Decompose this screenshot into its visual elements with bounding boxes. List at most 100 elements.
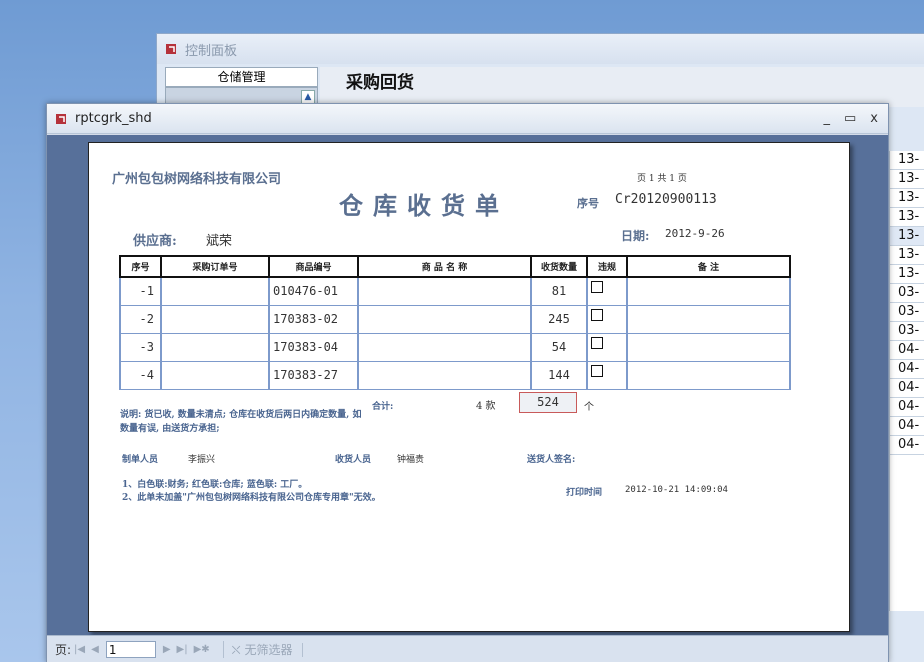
violation-checkbox[interactable]	[591, 364, 603, 377]
row-name	[357, 304, 532, 334]
prev-page-icon[interactable]: ◀	[91, 644, 99, 655]
row-qty: 245	[530, 304, 588, 334]
grid-cell[interactable]: 03-	[890, 322, 924, 341]
document-title: 仓库收货单	[339, 191, 509, 220]
maker-label: 制单人员	[122, 455, 159, 465]
row-violation	[586, 304, 628, 334]
serial-label: 序号	[577, 197, 599, 210]
filter-button[interactable]: ⛌ 无筛选器	[222, 641, 293, 658]
access-key-icon	[56, 113, 66, 124]
page-number-input[interactable]	[105, 641, 156, 658]
grid-cell[interactable]: 13-	[890, 265, 924, 284]
access-key-icon	[166, 44, 176, 54]
grid-cell[interactable]: 13-	[890, 170, 924, 189]
column-header: 商 品 名 称	[357, 255, 532, 278]
grid-cell[interactable]: 04-	[890, 360, 924, 379]
supplier-value: 斌荣	[206, 234, 233, 249]
row-seq: -3	[119, 332, 162, 362]
row-remark	[626, 360, 791, 390]
serial-value: Cr20120900113	[615, 192, 717, 207]
grid-cell[interactable]: 04-	[890, 436, 924, 455]
total-unit: 个	[584, 402, 594, 413]
row-remark	[626, 332, 791, 362]
deliverer-signature-label: 送货人签名:	[527, 455, 576, 465]
page-label: 页:	[55, 643, 72, 657]
total-label: 合计:	[372, 402, 394, 412]
grid-cell[interactable]: 04-	[890, 341, 924, 360]
row-po	[160, 332, 270, 362]
column-header: 违规	[586, 255, 628, 278]
row-seq: -1	[119, 276, 162, 306]
close-button[interactable]: x	[870, 111, 878, 126]
row-violation	[586, 276, 628, 306]
report-preview-area: 广州包包树网络科技有限公司 页 1 共 1 页 仓库收货单 序号 Cr20120…	[47, 135, 888, 635]
row-code: 170383-27	[268, 360, 359, 390]
row-remark	[626, 276, 791, 306]
control-panel-title: 控制面板	[185, 43, 238, 59]
date-label: 日期:	[621, 229, 650, 243]
print-time-value: 2012-10-21 14:09:04	[625, 485, 728, 495]
row-code: 170383-02	[268, 304, 359, 334]
violation-checkbox[interactable]	[591, 281, 603, 293]
row-seq: -4	[119, 360, 162, 390]
row-code: 010476-01	[268, 276, 359, 306]
receipt-note: 说明: 货已收, 数量未清点; 仓库在收货后两日内确定数量, 如数量有误, 由送…	[120, 410, 362, 434]
new-record-icon[interactable]: ▶✱	[194, 644, 210, 655]
row-remark	[626, 304, 791, 334]
row-violation	[586, 332, 628, 362]
column-header: 采购订单号	[160, 255, 270, 278]
print-time-label: 打印时间	[566, 488, 603, 498]
table-row: -4 170383-27 144	[119, 360, 791, 390]
report-page: 广州包包树网络科技有限公司 页 1 共 1 页 仓库收货单 序号 Cr20120…	[88, 142, 850, 632]
nav-group-header[interactable]: 仓储管理	[165, 67, 318, 87]
grid-cell[interactable]: 03-	[890, 303, 924, 322]
total-items: 4 款	[476, 401, 496, 412]
last-page-icon[interactable]: ▶|	[177, 644, 188, 655]
stamp-validity-remark: 2、此单未加盖"广州包包树网络科技有限公司仓库专用章"无效。	[122, 493, 381, 503]
maker-value: 李振兴	[188, 455, 216, 465]
row-qty: 81	[530, 276, 588, 306]
copy-distribution-remark: 1、白色联:财务; 红色联:仓库; 蓝色联: 工厂。	[122, 480, 308, 490]
report-window: rptcgrk_shd _ ▭ x 广州包包树网络科技有限公司 页 1 共 1 …	[46, 103, 889, 662]
grid-cell[interactable]: 04-	[890, 379, 924, 398]
column-header: 备 注	[626, 255, 791, 278]
table-header-row: 序号 采购订单号 商品编号 商 品 名 称 收货数量 违规 备 注	[119, 255, 791, 278]
row-violation	[586, 360, 628, 390]
table-row: -1 010476-01 81	[119, 276, 791, 306]
grid-cell[interactable]: 13-	[890, 227, 924, 246]
grid-cell[interactable]: 13-	[890, 151, 924, 170]
row-po	[160, 360, 270, 390]
row-po	[160, 276, 270, 306]
scroll-up-icon[interactable]: ▲	[301, 90, 315, 104]
row-qty: 54	[530, 332, 588, 362]
page-info: 页 1 共 1 页	[637, 174, 687, 184]
grid-cell[interactable]: 03-	[890, 284, 924, 303]
date-value: 2012-9-26	[665, 227, 725, 240]
supplier-label: 供应商:	[133, 234, 177, 249]
row-po	[160, 304, 270, 334]
grid-cell[interactable]: 13-	[890, 189, 924, 208]
next-page-icon[interactable]: ▶	[163, 644, 171, 655]
row-name	[357, 360, 532, 390]
column-header: 商品编号	[268, 255, 359, 278]
row-name	[357, 332, 532, 362]
first-page-icon[interactable]: |◀	[74, 644, 85, 655]
maximize-button[interactable]: ▭	[844, 111, 856, 126]
grid-cell[interactable]: 04-	[890, 398, 924, 417]
receiver-value: 钟福贵	[397, 455, 425, 465]
minimize-button[interactable]: _	[824, 111, 831, 126]
row-name	[357, 276, 532, 306]
grid-cell[interactable]: 13-	[890, 208, 924, 227]
total-quantity: 524	[519, 392, 577, 413]
violation-checkbox[interactable]	[591, 308, 603, 321]
filter-off-icon: ⛌	[231, 643, 241, 657]
grid-cell[interactable]: 13-	[890, 246, 924, 265]
record-navigation-bar: 页: |◀ ◀ ▶ ▶| ▶✱ ⛌ 无筛选器	[47, 635, 888, 662]
filter-label: 无筛选器	[244, 643, 293, 657]
nav-search-area	[302, 642, 682, 657]
background-grid: 13- 13- 13- 13- 13- 13- 13- 03- 03- 03- 04- 04- 04- 0…	[889, 151, 924, 611]
violation-checkbox[interactable]	[591, 336, 603, 349]
items-table: 序号 采购订单号 商品编号 商 品 名 称 收货数量 违规 备 注 -1 010…	[119, 255, 791, 390]
page-heading: 采购回货	[320, 67, 924, 107]
grid-cell[interactable]: 04-	[890, 417, 924, 436]
